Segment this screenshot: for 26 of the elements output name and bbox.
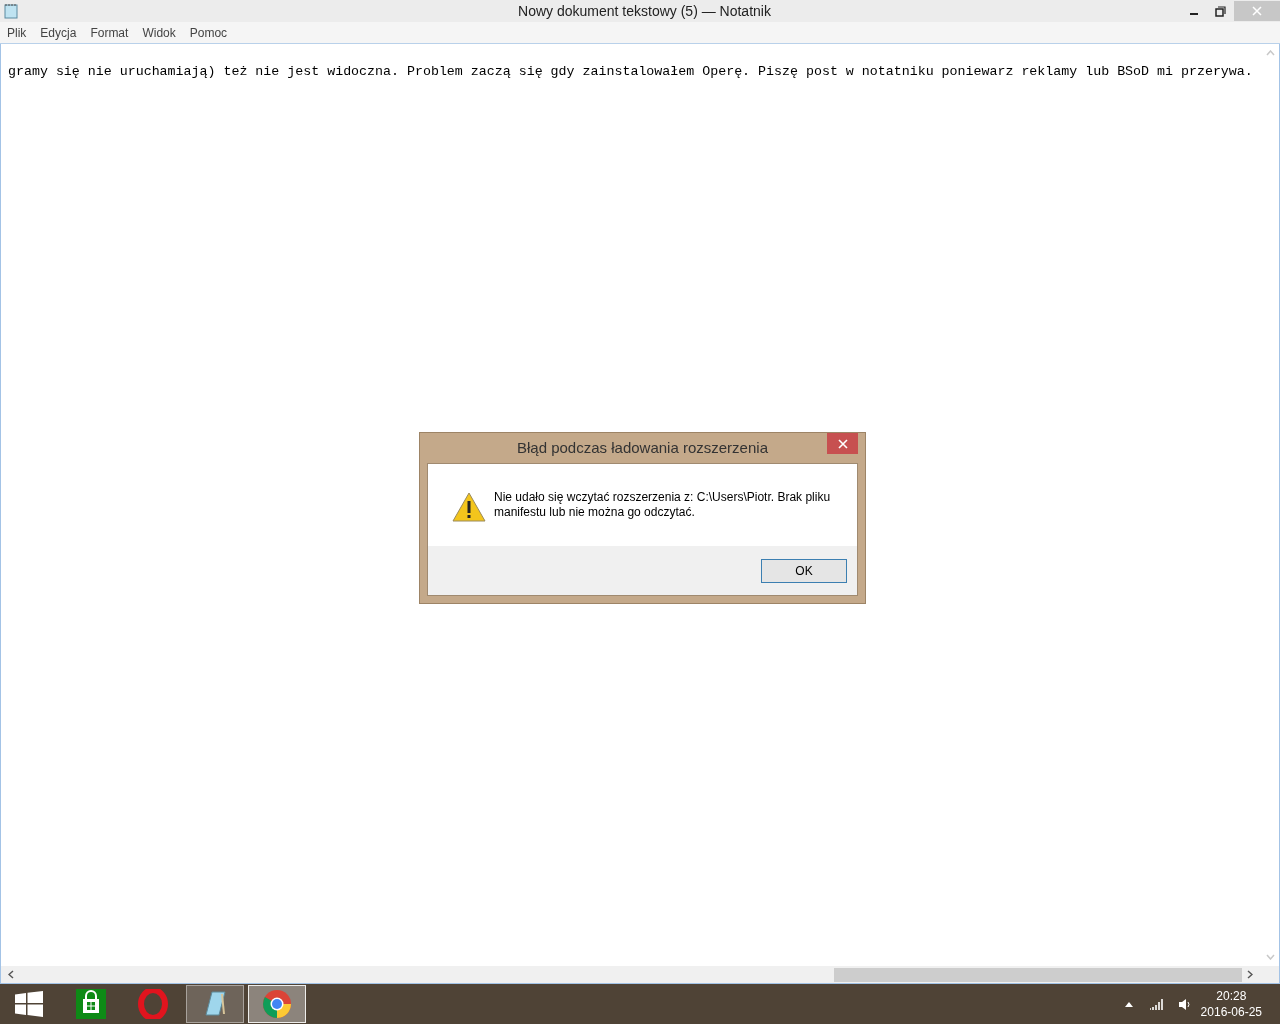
window-title: Nowy dokument tekstowy (5) — Notatnik [517, 1, 772, 21]
chrome-icon[interactable] [262, 989, 292, 1019]
scrollbar-thumb[interactable] [834, 967, 1242, 982]
menu-item[interactable]: Widok [142, 23, 176, 42]
windows-logo-icon[interactable] [15, 991, 43, 1017]
close-icon[interactable] [837, 438, 848, 449]
menu-item[interactable]: Edycja [40, 23, 77, 42]
ok-button[interactable]: OK [761, 558, 847, 583]
scroll-right-icon[interactable] [1247, 970, 1253, 979]
notepad-icon [3, 3, 19, 19]
error-message: Nie udało się wczytać rozszerzenia z: C:\Users\Piotr. Brak pliku manifestu lub nie można go odczytać. [494, 490, 832, 521]
show-hidden-icons-icon[interactable] [1124, 1001, 1133, 1007]
speaker-icon[interactable] [1177, 997, 1191, 1011]
close-button[interactable] [827, 433, 858, 454]
clock-time[interactable]: 20:28 [1200, 988, 1262, 1004]
signal-icon[interactable] [1148, 998, 1164, 1010]
restore-icon[interactable] [1215, 5, 1226, 17]
clock-date[interactable]: 2016-06-25 [1200, 1004, 1262, 1020]
menu-item[interactable]: Plik [7, 23, 27, 42]
warning-icon [452, 492, 486, 522]
menu-item[interactable]: Pomoc [189, 23, 228, 42]
dialog-title: Błąd podczas ładowania rozszerzenia [516, 437, 769, 458]
document-text: gramy się nie uruchamiają) też nie jest widoczna. Problem zaczą się gdy zainstalowałem Operę. Piszę post w notatniku poniewarz reklamy lub BSoD mi przerywa. [8, 63, 1254, 81]
shopping-bag-icon[interactable] [76, 989, 106, 1019]
scroll-left-icon[interactable] [8, 970, 14, 979]
menu-item[interactable]: Format [90, 23, 129, 42]
